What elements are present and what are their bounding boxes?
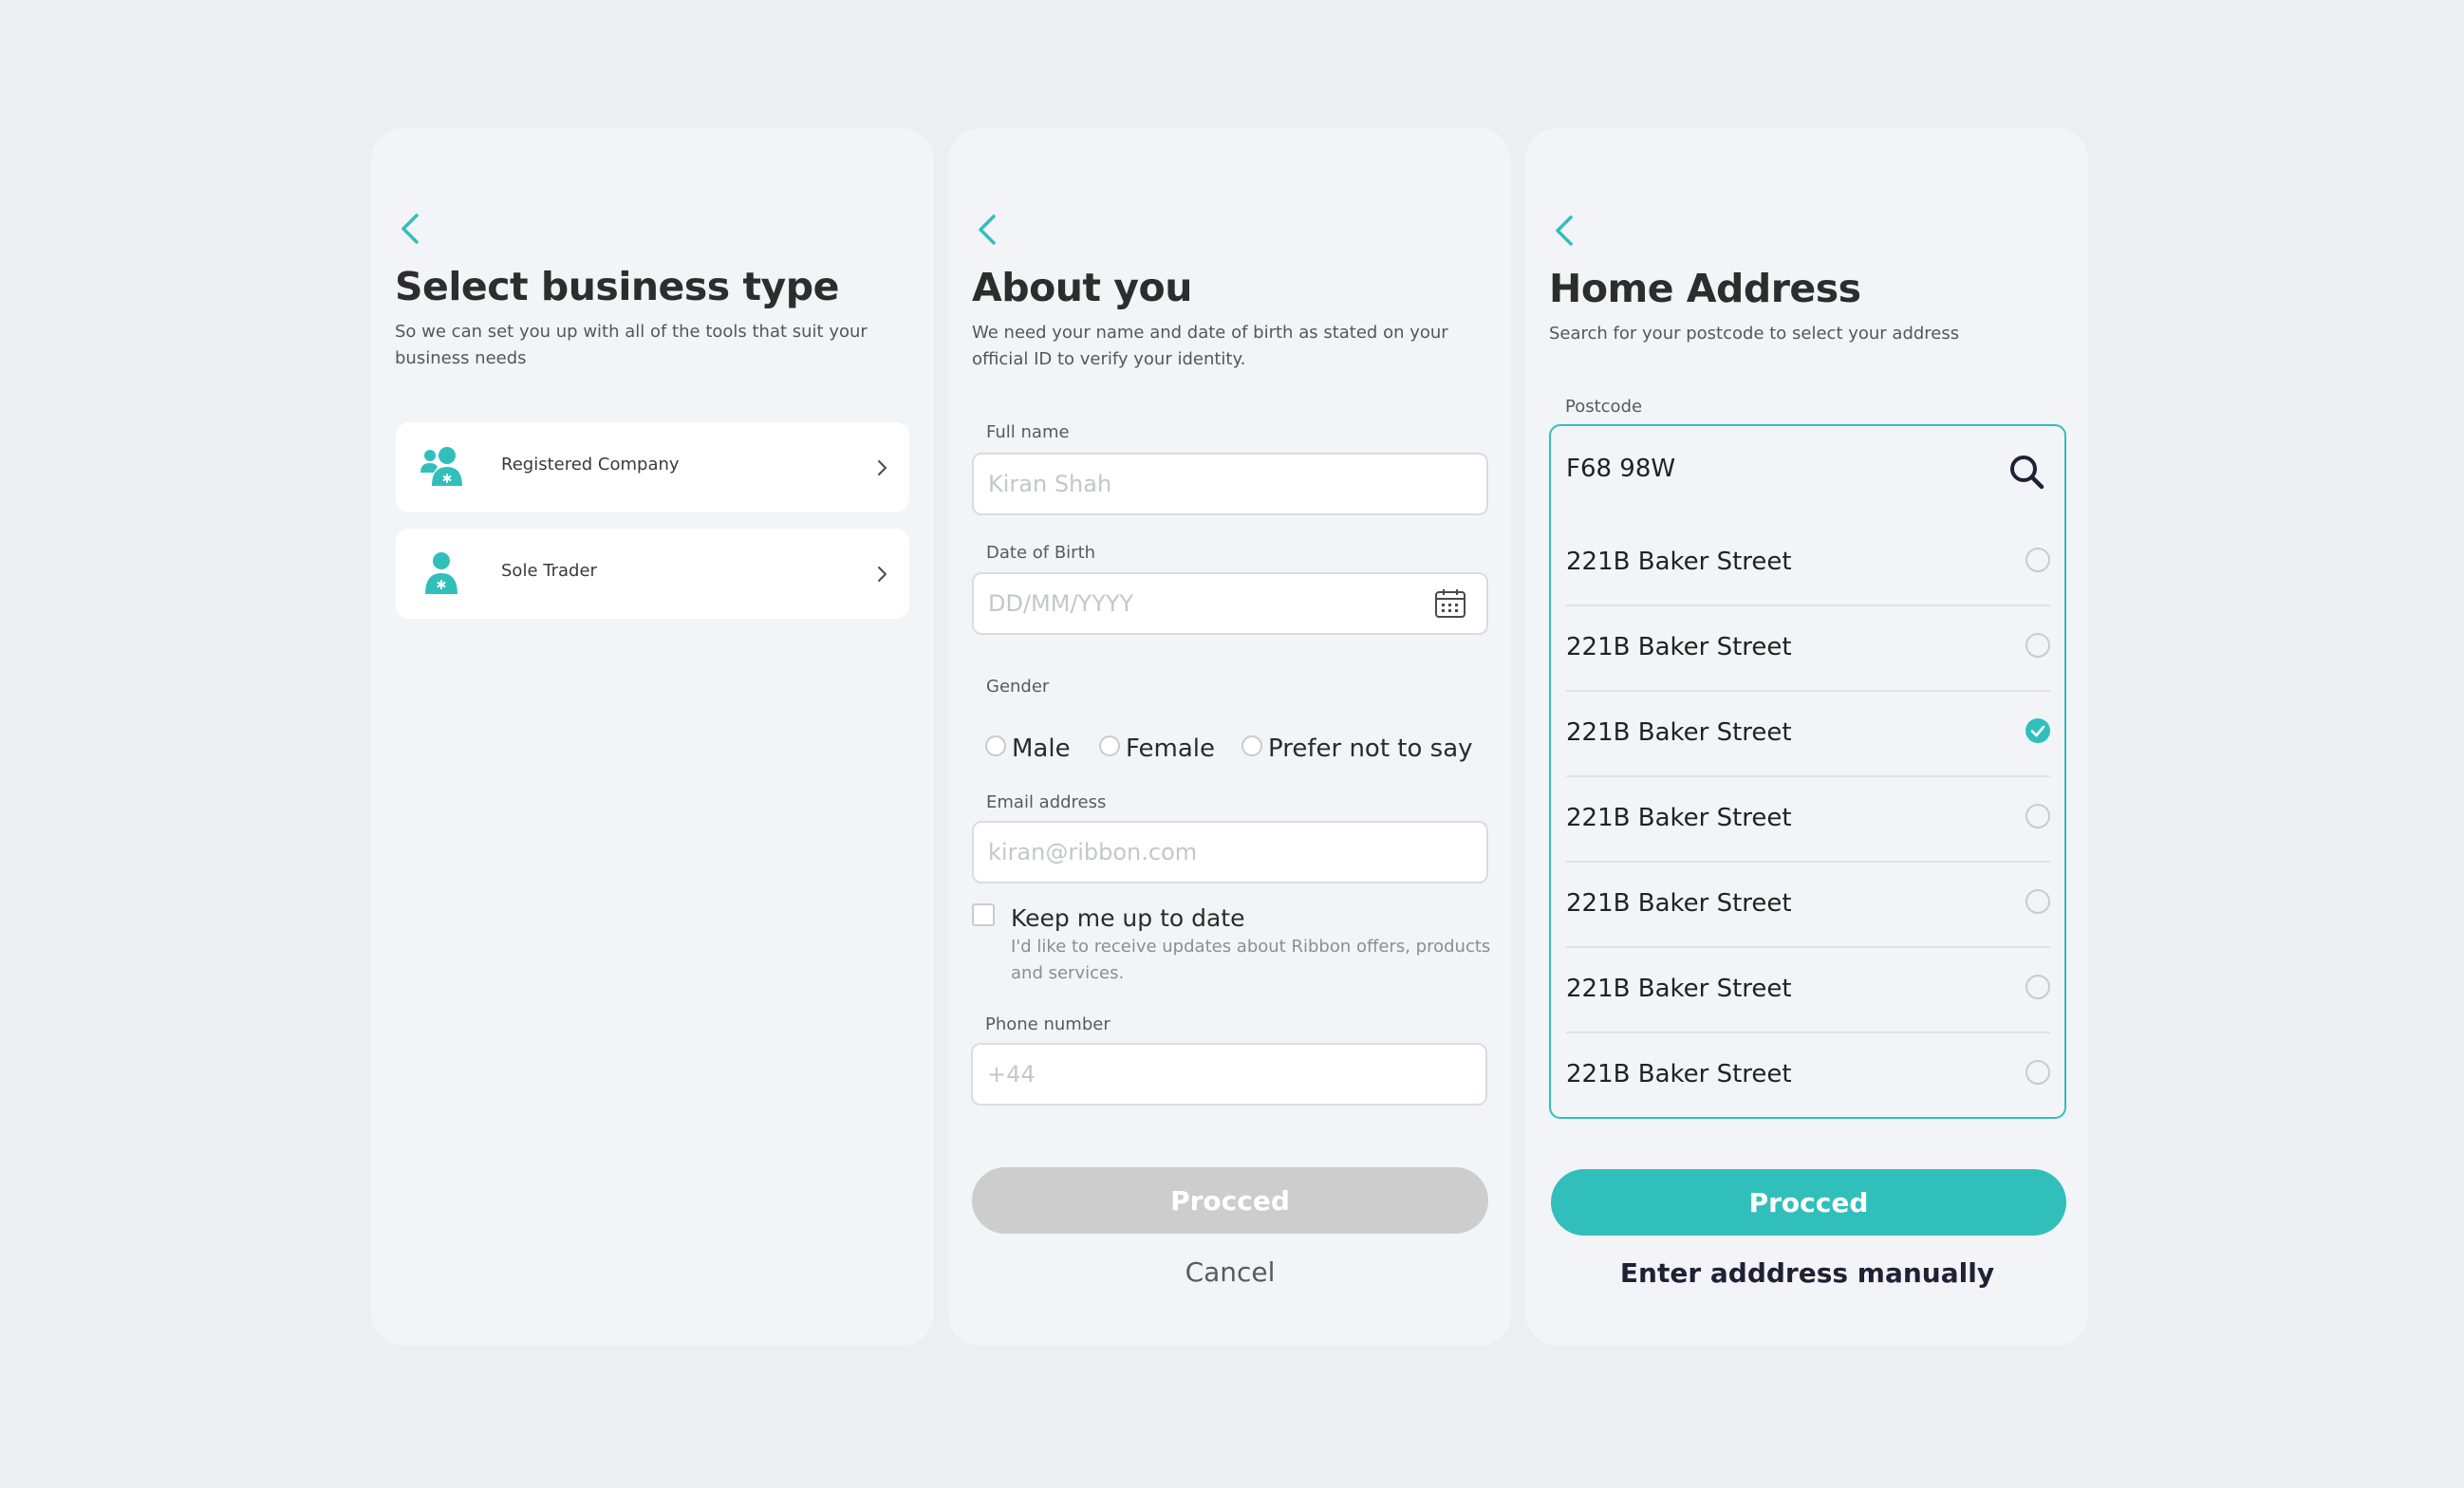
gender-label: Gender [986, 677, 1050, 697]
chevron-left-icon[interactable] [396, 210, 424, 248]
person-icon [419, 550, 464, 596]
search-icon[interactable] [2007, 453, 2045, 491]
page-title: About you [972, 265, 1192, 310]
about-you-card: About you We need your name and date of … [948, 128, 1511, 1346]
address-search-box: F68 98W 221B Baker Street 221B Baker Str… [1549, 424, 2066, 1119]
phone-input[interactable] [971, 1043, 1487, 1106]
address-text: 221B Baker Street [1566, 804, 1792, 832]
dob-input[interactable] [972, 572, 1488, 635]
dob-label: Date of Birth [986, 543, 1096, 563]
cancel-button[interactable]: Cancel [972, 1256, 1488, 1289]
postcode-label: Postcode [1565, 397, 1643, 417]
full-name-input[interactable] [972, 453, 1488, 515]
radio-label: Prefer not to say [1268, 735, 1473, 763]
address-text: 221B Baker Street [1566, 889, 1792, 918]
address-text: 221B Baker Street [1566, 975, 1792, 1003]
address-item[interactable]: 221B Baker Street [1566, 521, 2050, 606]
page-subtitle: Search for your postcode to select your … [1549, 324, 1960, 344]
address-text: 221B Baker Street [1566, 1060, 1792, 1088]
checkmark-icon [2030, 725, 2045, 737]
full-name-label: Full name [986, 422, 1070, 442]
page-subtitle: So we can set you up with all of the too… [395, 322, 868, 368]
address-item[interactable]: 221B Baker Street [1566, 777, 2050, 863]
radio-button[interactable] [2025, 548, 2050, 572]
radio-button[interactable] [985, 735, 1006, 756]
address-item[interactable]: 221B Baker Street [1566, 606, 2050, 692]
address-item[interactable]: 221B Baker Street [1566, 863, 2050, 948]
chevron-right-icon [875, 457, 888, 478]
home-address-card: Home Address Search for your postcode to… [1525, 128, 2088, 1346]
address-item[interactable]: 221B Baker Street [1566, 692, 2050, 777]
chevron-right-icon [875, 564, 888, 585]
keep-updated-description: I'd like to receive updates about Ribbon… [1011, 937, 1491, 983]
postcode-input[interactable]: F68 98W [1566, 455, 1675, 483]
address-item[interactable]: 221B Baker Street [1566, 948, 2050, 1033]
address-text: 221B Baker Street [1566, 633, 1792, 661]
address-text: 221B Baker Street [1566, 548, 1792, 576]
phone-label: Phone number [985, 1014, 1111, 1034]
radio-button[interactable] [2025, 889, 2050, 914]
address-item[interactable]: 221B Baker Street [1566, 1033, 2050, 1119]
option-registered-company[interactable]: Registered Company [396, 422, 909, 512]
keep-updated-title: Keep me up to date [1011, 904, 1245, 932]
radio-button[interactable] [1099, 735, 1120, 756]
page-subtitle: We need your name and date of birth as s… [972, 323, 1448, 369]
enter-address-manually-button[interactable]: Enter adddress manually [1549, 1256, 2065, 1290]
radio-label: Female [1126, 735, 1216, 763]
radio-button[interactable] [2025, 633, 2050, 658]
chevron-left-icon[interactable] [1550, 212, 1578, 250]
calendar-icon[interactable] [1434, 587, 1466, 620]
option-label: Registered Company [501, 455, 680, 474]
keep-updated-checkbox[interactable] [972, 903, 995, 926]
radio-button-checked[interactable] [2025, 718, 2050, 743]
gender-radio-group: Male Female Prefer not to say [985, 728, 1498, 766]
page-title: Select business type [395, 264, 839, 309]
radio-button[interactable] [1241, 735, 1262, 756]
radio-button[interactable] [2025, 975, 2050, 999]
group-icon [419, 444, 464, 490]
radio-button[interactable] [2025, 1060, 2050, 1085]
option-label: Sole Trader [501, 561, 597, 581]
proceed-button[interactable]: Procced [1551, 1169, 2066, 1236]
chevron-left-icon[interactable] [973, 211, 1001, 249]
email-label: Email address [986, 792, 1107, 812]
option-sole-trader[interactable]: Sole Trader [396, 529, 909, 619]
radio-label: Male [1012, 735, 1071, 763]
address-text: 221B Baker Street [1566, 718, 1792, 747]
email-input[interactable] [972, 821, 1488, 884]
page-title: Home Address [1549, 266, 1861, 311]
business-type-card: Select business type So we can set you u… [371, 128, 934, 1346]
proceed-button[interactable]: Procced [972, 1167, 1488, 1234]
radio-button[interactable] [2025, 804, 2050, 828]
